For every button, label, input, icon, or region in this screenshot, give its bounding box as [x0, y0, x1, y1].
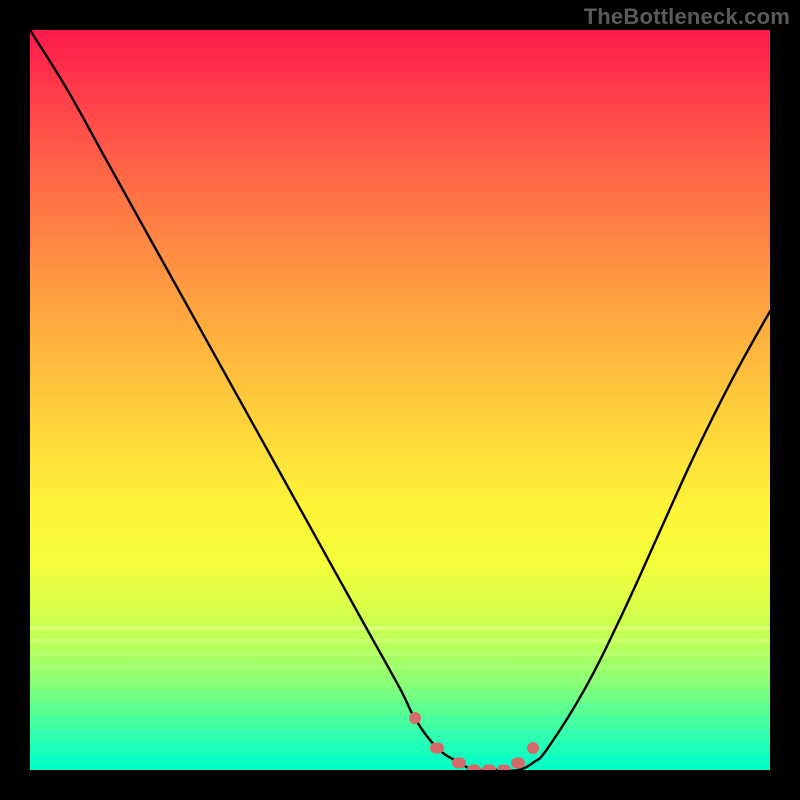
bottleneck-curve: [30, 30, 770, 770]
chart-stage: TheBottleneck.com: [0, 0, 800, 800]
plot-area: [30, 30, 770, 770]
watermark-text: TheBottleneck.com: [584, 4, 790, 30]
